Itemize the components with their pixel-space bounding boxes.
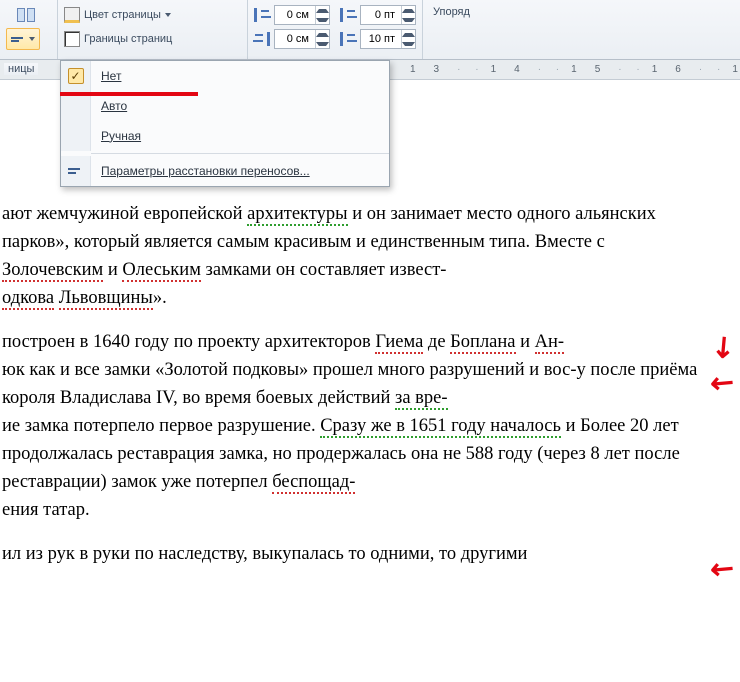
- arrange-label: Упоряд: [433, 6, 470, 18]
- menu-label: Ручная: [101, 129, 141, 143]
- spelling-squiggle[interactable]: Олеським: [122, 260, 201, 282]
- menu-label: Нет: [101, 69, 121, 83]
- page-borders-button[interactable]: Границы страниц: [64, 28, 241, 50]
- spin-arrows[interactable]: [315, 6, 329, 24]
- ruler-mark: 13: [410, 64, 457, 75]
- grammar-squiggle[interactable]: за вре-: [395, 388, 448, 410]
- page-color-label: Цвет страницы: [84, 9, 161, 21]
- arrow-down-icon: [402, 18, 415, 22]
- hyphenation-option-manual[interactable]: Ручная: [61, 121, 389, 151]
- menu-separator: [91, 153, 389, 154]
- arrow-up-icon: [316, 33, 329, 37]
- menu-label: Параметры расстановки переносов...: [101, 164, 310, 178]
- ribbon: ницы Цвет страницы Границы страниц 0 см: [0, 0, 740, 60]
- columns-button[interactable]: [6, 4, 46, 26]
- check-icon: ✓: [68, 68, 84, 84]
- indent-group: 0 см 0 см: [248, 0, 423, 59]
- page-borders-icon: [64, 31, 80, 47]
- group-label: ницы: [4, 63, 38, 75]
- indent-left-value: 0 см: [275, 9, 315, 21]
- spelling-squiggle[interactable]: Гиема: [375, 332, 423, 354]
- text-run: де: [423, 332, 450, 352]
- text-run: и: [103, 260, 122, 280]
- spelling-squiggle[interactable]: одкова: [2, 288, 54, 310]
- ruler-mark: 16: [618, 64, 699, 75]
- text-run: и: [516, 332, 535, 352]
- indent-right-icon: [254, 32, 270, 46]
- spacing-after-icon: [340, 32, 356, 46]
- grammar-squiggle[interactable]: архитектуры: [247, 204, 347, 226]
- arrow-down-icon: [316, 42, 329, 46]
- spin-arrows[interactable]: [401, 6, 415, 24]
- indent-left-input[interactable]: 0 см: [274, 5, 330, 25]
- hyphenation-button[interactable]: [6, 28, 40, 50]
- indent-right-value: 0 см: [275, 33, 315, 45]
- text-run: ил из рук в руки по наследству, выкупала…: [2, 544, 527, 564]
- annotation-underline: [60, 92, 198, 96]
- text-run: ».: [153, 288, 167, 308]
- text-run: ают жемчужиной европейской: [2, 204, 247, 224]
- hyphenation-options[interactable]: Параметры расстановки переносов...: [61, 156, 389, 186]
- spacing-before-value: 0 пт: [361, 9, 401, 21]
- text-run: построен в 1640 году по проекту архитект…: [2, 332, 375, 352]
- page-color-icon: [64, 7, 80, 23]
- chevron-down-icon: [165, 13, 171, 17]
- arrow-down-icon: [316, 18, 329, 22]
- paragraph[interactable]: построен в 1640 году по проекту архитект…: [0, 328, 740, 524]
- indent-left-icon: [254, 8, 270, 22]
- text-run: ения татар.: [2, 500, 90, 520]
- ruler-mark: 17: [699, 64, 740, 75]
- paragraph[interactable]: ают жемчужиной европейской архитектуры и…: [0, 200, 740, 312]
- hyphenation-option-none[interactable]: ✓ Нет: [61, 61, 389, 91]
- hyphenation-dropdown: ✓ Нет Авто Ручная Параметры расстановки …: [60, 60, 390, 187]
- arrow-down-icon: [402, 42, 415, 46]
- chevron-down-icon: [29, 37, 35, 41]
- ruler-mark: 15: [538, 64, 619, 75]
- hyphenation-icon: [68, 164, 84, 178]
- spacing-after-input[interactable]: 10 пт: [360, 29, 416, 49]
- menu-label: Авто: [101, 99, 127, 113]
- spelling-squiggle[interactable]: Львовщины: [59, 288, 153, 310]
- arrow-up-icon: [402, 9, 415, 13]
- spin-arrows[interactable]: [315, 30, 329, 48]
- page-color-button[interactable]: Цвет страницы: [64, 4, 241, 26]
- spelling-squiggle[interactable]: беспощад-: [272, 472, 355, 494]
- text-run: ие замка потерпело первое разрушение.: [2, 416, 320, 436]
- arrow-up-icon: [316, 9, 329, 13]
- spacing-before-icon: [340, 8, 356, 22]
- indent-right-input[interactable]: 0 см: [274, 29, 330, 49]
- document-body[interactable]: ают жемчужиной европейской архитектуры и…: [0, 200, 740, 584]
- ruler-mark: 14: [457, 64, 538, 75]
- spin-arrows[interactable]: [401, 30, 415, 48]
- spelling-squiggle[interactable]: Боплана: [450, 332, 515, 354]
- spacing-after-value: 10 пт: [361, 33, 401, 45]
- page-borders-label: Границы страниц: [84, 33, 172, 45]
- arrow-up-icon: [402, 33, 415, 37]
- spelling-squiggle[interactable]: Золочевским: [2, 260, 103, 282]
- text-run: замками он составляет извест-: [201, 260, 447, 280]
- grammar-squiggle[interactable]: Сразу же в 1651 году началось: [320, 416, 561, 438]
- spacing-before-input[interactable]: 0 пт: [360, 5, 416, 25]
- text-run: юк как и все замки «Золотой подковы» про…: [2, 360, 697, 408]
- spelling-squiggle[interactable]: Ан-: [535, 332, 564, 354]
- paragraph[interactable]: ил из рук в руки по наследству, выкупала…: [0, 540, 740, 568]
